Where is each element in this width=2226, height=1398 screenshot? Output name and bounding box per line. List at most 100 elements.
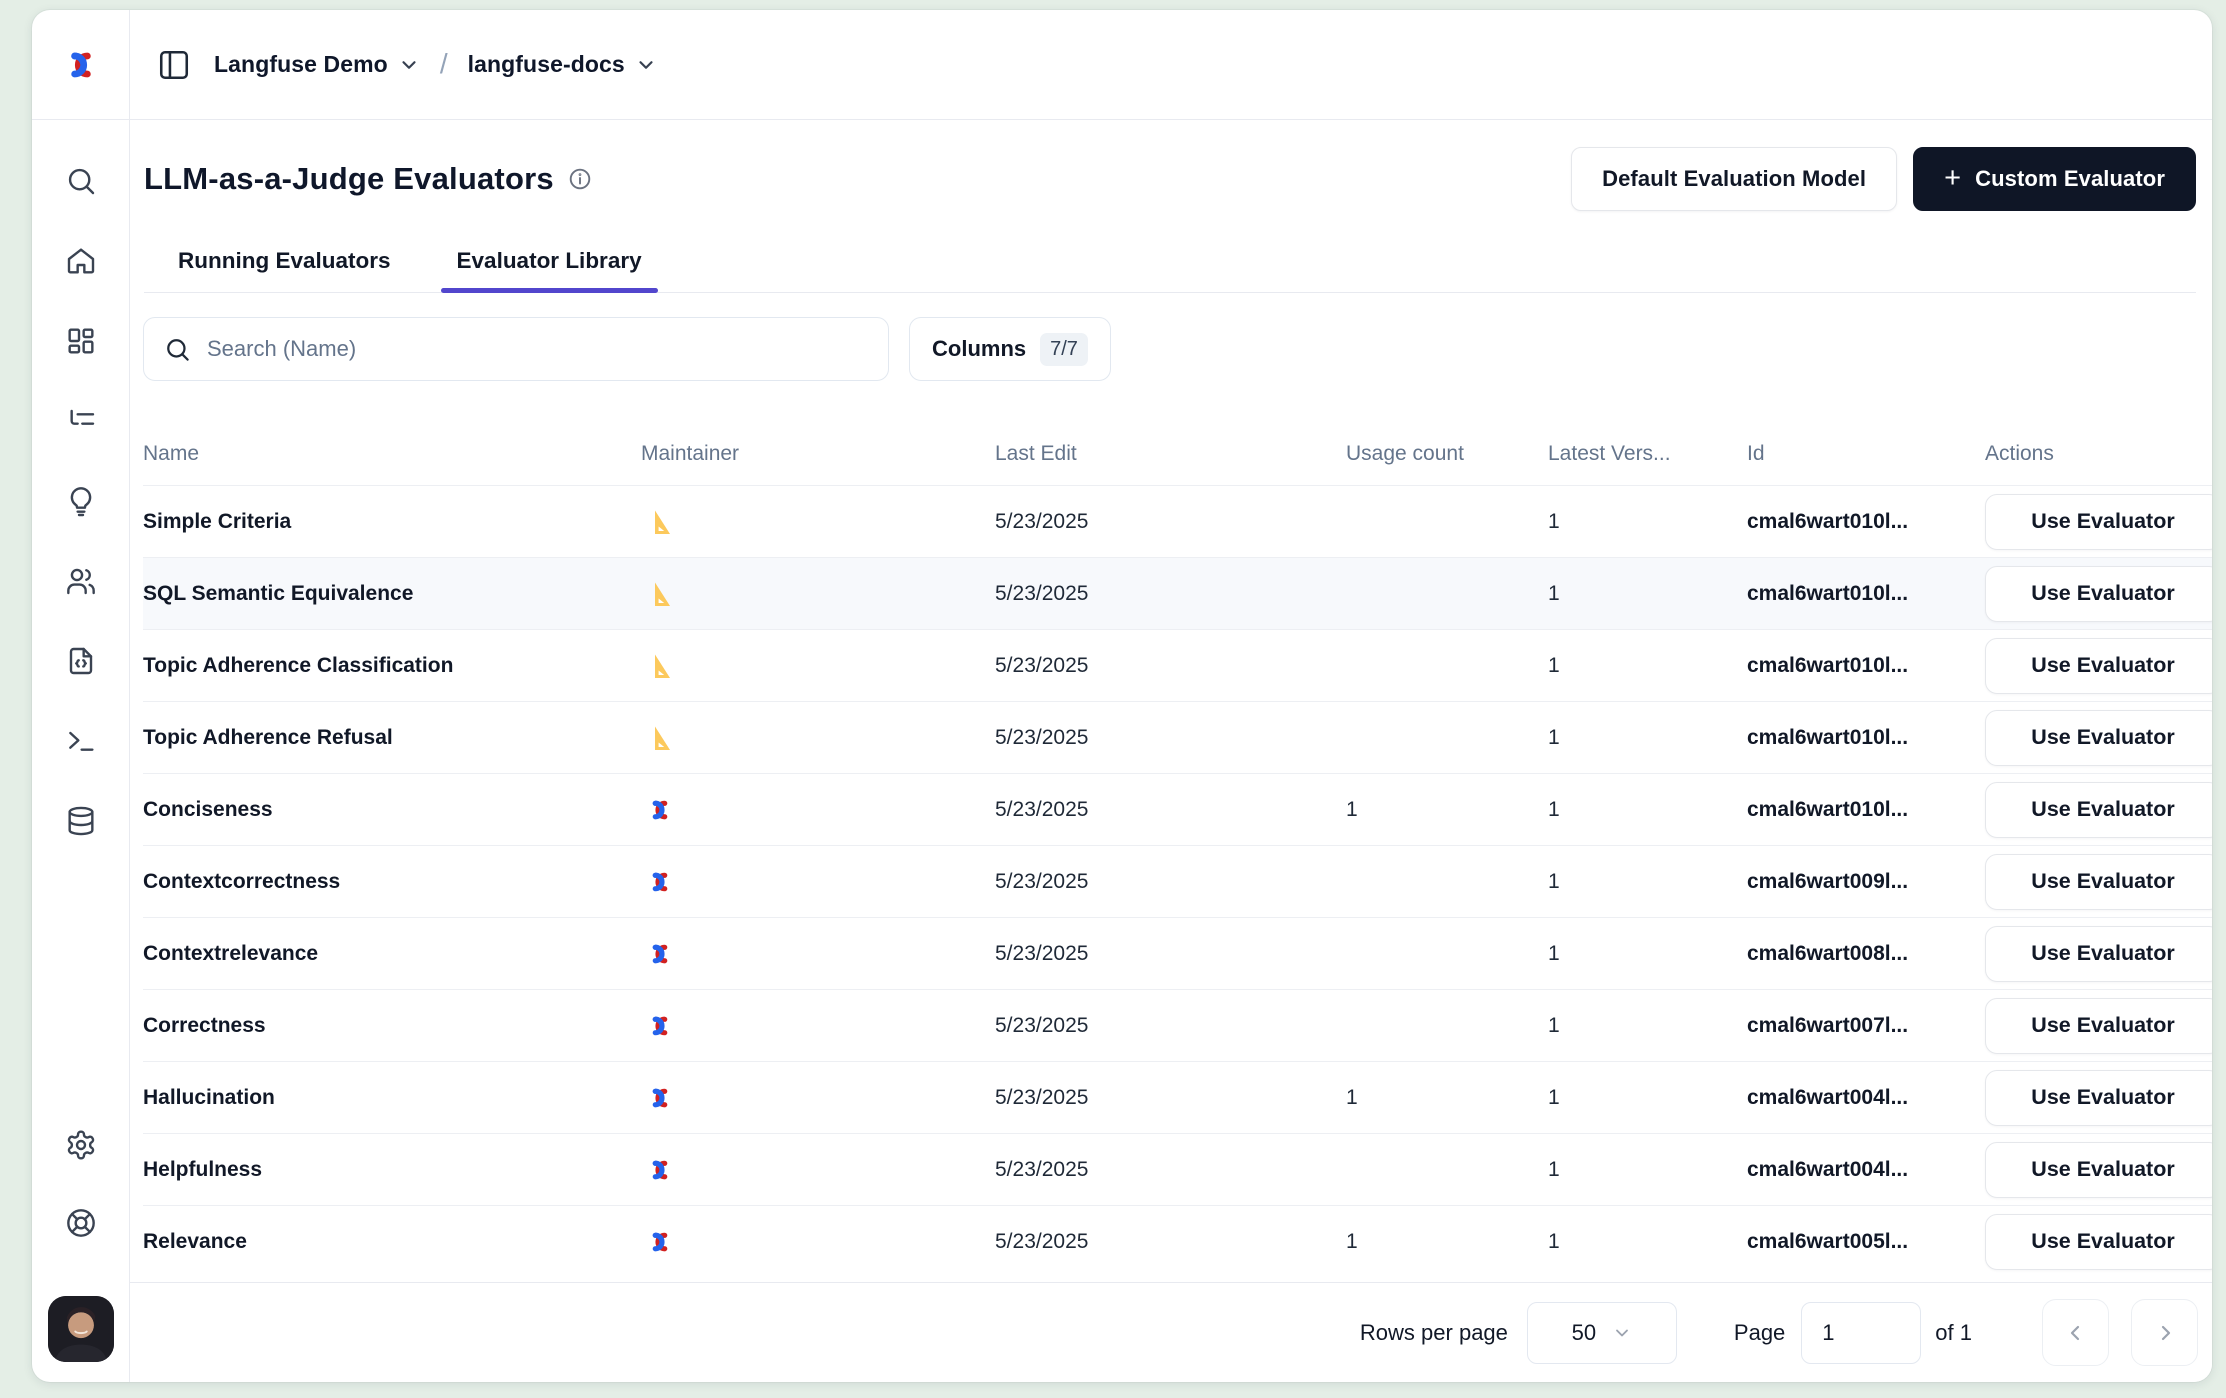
chevron-down-icon: [1612, 1323, 1632, 1343]
table-row[interactable]: Conciseness 5/23/2025 1 1 cmal6wart010l.…: [143, 773, 2212, 845]
usage-count: 1: [1346, 798, 1548, 822]
column-header-actions: Actions: [1985, 442, 2212, 466]
custom-evaluator-label: Custom Evaluator: [1975, 166, 2165, 192]
user-avatar[interactable]: [48, 1296, 114, 1362]
search-box: [143, 317, 889, 381]
latest-version: 1: [1548, 654, 1747, 678]
last-edit-date: 5/23/2025: [995, 654, 1346, 678]
latest-version: 1: [1548, 798, 1747, 822]
use-evaluator-button[interactable]: Use Evaluator: [1985, 998, 2212, 1054]
ragas-triangle-icon: [645, 651, 675, 681]
chevron-down-icon: [398, 54, 420, 76]
use-evaluator-button[interactable]: Use Evaluator: [1985, 782, 2212, 838]
custom-evaluator-button[interactable]: + Custom Evaluator: [1913, 147, 2196, 211]
langfuse-icon: [645, 939, 675, 969]
column-header-usage-count: Usage count: [1346, 442, 1548, 466]
column-header-maintainer: Maintainer: [641, 442, 995, 466]
sidebar-item-search[interactable]: [64, 164, 98, 198]
table-row[interactable]: Topic Adherence Refusal 5/23/2025 1 cmal…: [143, 701, 2212, 773]
users-icon: [65, 565, 97, 597]
evaluator-id: cmal6wart005l...: [1747, 1230, 1985, 1254]
column-header-last-edit: Last Edit: [995, 442, 1346, 466]
evaluator-id: cmal6wart010l...: [1747, 798, 1985, 822]
latest-version: 1: [1548, 510, 1747, 534]
usage-count: 1: [1346, 1230, 1548, 1254]
table-row[interactable]: Contextrelevance 5/23/2025 1 cmal6wart00…: [143, 917, 2212, 989]
sidebar-item-prompts[interactable]: [64, 644, 98, 678]
table-row[interactable]: Relevance 5/23/2025 1 1 cmal6wart005l...…: [143, 1205, 2212, 1277]
table-body: Simple Criteria 5/23/2025 1 cmal6wart010…: [143, 485, 2212, 1277]
table-row[interactable]: Contextcorrectness 5/23/2025 1 cmal6wart…: [143, 845, 2212, 917]
sidebar-item-evaluation[interactable]: [64, 484, 98, 518]
use-evaluator-button[interactable]: Use Evaluator: [1985, 926, 2212, 982]
tab-running-evaluators[interactable]: Running Evaluators: [162, 248, 407, 292]
maintainer-cell: [641, 723, 995, 753]
sidebar-item-settings[interactable]: [64, 1128, 98, 1162]
table-row[interactable]: Helpfulness 5/23/2025 1 cmal6wart004l...…: [143, 1133, 2212, 1205]
evaluator-id: cmal6wart007l...: [1747, 1014, 1985, 1038]
breadcrumb-separator: /: [434, 48, 454, 80]
evaluator-table: Name Maintainer Last Edit Usage count La…: [130, 381, 2212, 1277]
table-row[interactable]: Hallucination 5/23/2025 1 1 cmal6wart004…: [143, 1061, 2212, 1133]
columns-count-badge: 7/7: [1040, 333, 1088, 366]
maintainer-cell: [641, 795, 995, 825]
main-content: LLM-as-a-Judge Evaluators Default Evalua…: [130, 120, 2212, 1382]
project-selector[interactable]: langfuse-docs: [468, 51, 657, 78]
sidebar-item-support[interactable]: [64, 1206, 98, 1240]
langfuse-icon: [645, 1083, 675, 1113]
next-page-button[interactable]: [2131, 1299, 2198, 1366]
avatar-photo: [48, 1296, 114, 1362]
table-row[interactable]: Correctness 5/23/2025 1 cmal6wart007l...…: [143, 989, 2212, 1061]
evaluator-id: cmal6wart010l...: [1747, 582, 1985, 606]
sidebar-item-home[interactable]: [64, 244, 98, 278]
evaluator-name: Simple Criteria: [143, 510, 641, 534]
usage-count: 1: [1346, 1086, 1548, 1110]
use-evaluator-button[interactable]: Use Evaluator: [1985, 638, 2212, 694]
life-buoy-icon: [65, 1207, 97, 1239]
table-row[interactable]: Simple Criteria 5/23/2025 1 cmal6wart010…: [143, 485, 2212, 557]
latest-version: 1: [1548, 870, 1747, 894]
ragas-triangle-icon: [645, 507, 675, 537]
langfuse-knot-icon: [61, 45, 101, 85]
info-icon[interactable]: [568, 167, 592, 191]
column-header-name: Name: [143, 442, 641, 466]
rows-per-page-select[interactable]: 50: [1527, 1302, 1677, 1364]
pagination-bar: Rows per page 50 Page of 1: [130, 1282, 2212, 1382]
evaluator-id: cmal6wart008l...: [1747, 942, 1985, 966]
sidebar-item-users[interactable]: [64, 564, 98, 598]
maintainer-cell: [641, 1227, 995, 1257]
sidebar-item-datasets[interactable]: [64, 804, 98, 838]
use-evaluator-button[interactable]: Use Evaluator: [1985, 494, 2212, 550]
tab-evaluator-library[interactable]: Evaluator Library: [441, 248, 658, 292]
database-icon: [65, 805, 97, 837]
use-evaluator-button[interactable]: Use Evaluator: [1985, 710, 2212, 766]
page-title: LLM-as-a-Judge Evaluators: [144, 161, 554, 197]
last-edit-date: 5/23/2025: [995, 726, 1346, 750]
use-evaluator-button[interactable]: Use Evaluator: [1985, 1214, 2212, 1270]
use-evaluator-button[interactable]: Use Evaluator: [1985, 1070, 2212, 1126]
table-row[interactable]: Topic Adherence Classification 5/23/2025…: [143, 629, 2212, 701]
evaluator-name: SQL Semantic Equivalence: [143, 582, 641, 606]
default-evaluation-model-button[interactable]: Default Evaluation Model: [1571, 147, 1897, 211]
sidebar-item-tracing[interactable]: [64, 404, 98, 438]
last-edit-date: 5/23/2025: [995, 1086, 1346, 1110]
search-input[interactable]: [207, 336, 868, 362]
evaluator-id: cmal6wart010l...: [1747, 726, 1985, 750]
top-bar: Langfuse Demo / langfuse-docs: [32, 10, 2212, 120]
columns-label: Columns: [932, 336, 1026, 362]
sidebar-item-playground[interactable]: [64, 724, 98, 758]
evaluator-name: Contextrelevance: [143, 942, 641, 966]
use-evaluator-button[interactable]: Use Evaluator: [1985, 1142, 2212, 1198]
previous-page-button[interactable]: [2042, 1299, 2109, 1366]
file-code-icon: [65, 645, 97, 677]
org-selector[interactable]: Langfuse Demo: [214, 51, 420, 78]
langfuse-logo[interactable]: [32, 10, 130, 119]
table-row[interactable]: SQL Semantic Equivalence 5/23/2025 1 cma…: [143, 557, 2212, 629]
page-number-input[interactable]: [1801, 1302, 1921, 1364]
columns-button[interactable]: Columns 7/7: [909, 317, 1111, 381]
use-evaluator-button[interactable]: Use Evaluator: [1985, 854, 2212, 910]
use-evaluator-button[interactable]: Use Evaluator: [1985, 566, 2212, 622]
last-edit-date: 5/23/2025: [995, 1158, 1346, 1182]
sidebar-toggle-button[interactable]: [156, 47, 192, 83]
sidebar-item-dashboards[interactable]: [64, 324, 98, 358]
